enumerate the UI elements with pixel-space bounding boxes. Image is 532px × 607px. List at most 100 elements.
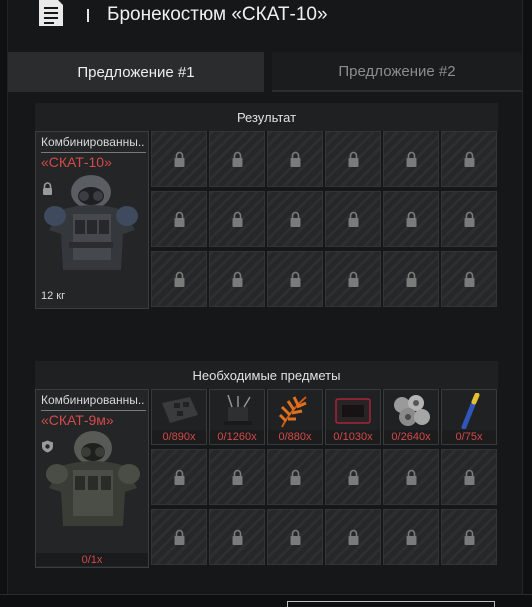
- component-count: 0/2640x: [384, 430, 438, 444]
- locked-slot: [441, 191, 497, 247]
- lock-icon: [174, 211, 185, 227]
- locked-slot: [267, 449, 323, 505]
- component-count: 0/1260x: [210, 430, 264, 444]
- armor-suit-image: [44, 175, 138, 270]
- document-icon: [39, 0, 63, 26]
- locked-slot: [151, 251, 207, 307]
- locked-slot: [267, 191, 323, 247]
- locked-slot: [325, 449, 381, 505]
- locked-slot: [441, 449, 497, 505]
- lock-icon: [464, 151, 475, 167]
- locked-slot: [383, 509, 439, 565]
- lock-icon: [406, 469, 417, 485]
- component-slot[interactable]: 0/880x: [267, 389, 323, 445]
- locked-slot: [209, 509, 265, 565]
- component-slot[interactable]: 0/890x: [151, 389, 207, 445]
- locked-slot: [209, 251, 265, 307]
- component-count: 0/880x: [268, 430, 322, 444]
- lock-icon: [348, 271, 359, 287]
- armor-suit-image: [46, 431, 140, 526]
- lock-icon: [290, 271, 301, 287]
- lock-icon: [348, 469, 359, 485]
- required-items-header: Необходимые предметы: [35, 361, 498, 389]
- lock-icon: [232, 271, 243, 287]
- component-slot[interactable]: 0/1260x: [209, 389, 265, 445]
- craft-button-frame[interactable]: [287, 601, 495, 607]
- result-item-weight: 12 кг: [41, 290, 66, 302]
- locked-slot: [383, 191, 439, 247]
- blue-vial-icon: [461, 393, 480, 429]
- required-item-subtitle: «СКАТ-9м»: [41, 412, 114, 428]
- component-slot[interactable]: 0/2640x: [383, 389, 439, 445]
- lock-icon: [290, 469, 301, 485]
- locked-slot: [151, 449, 207, 505]
- metal-scrap-icon: [394, 395, 430, 426]
- result-item-slot[interactable]: Комбинированны.. «СКАТ-10» 12 кг: [35, 131, 149, 309]
- locked-slot: [267, 509, 323, 565]
- tab-offer-2[interactable]: Предложение #2: [272, 52, 522, 92]
- locked-slot: [325, 251, 381, 307]
- locked-slot: [209, 191, 265, 247]
- title-separator: [87, 9, 89, 22]
- lock-icon: [464, 211, 475, 227]
- left-edge: [0, 0, 8, 607]
- lock-icon: [232, 529, 243, 545]
- lock-icon: [464, 529, 475, 545]
- item-name-divider: [41, 410, 146, 411]
- lock-icon: [406, 151, 417, 167]
- component-count: 0/890x: [152, 430, 206, 444]
- component-count: 0/75x: [442, 430, 496, 444]
- lock-icon: [174, 271, 185, 287]
- locked-slot: [325, 191, 381, 247]
- lock-icon: [406, 529, 417, 545]
- lock-icon: [348, 529, 359, 545]
- locked-slot: [383, 251, 439, 307]
- locked-slot: [151, 191, 207, 247]
- locked-slot: [151, 509, 207, 565]
- offer-tabs: Предложение #1 Предложение #2: [8, 52, 522, 92]
- locked-slot: [325, 509, 381, 565]
- electronic-block-icon: [162, 397, 198, 427]
- locked-slot: [441, 251, 497, 307]
- window-header: Бронекостюм «СКАТ-10»: [8, 0, 522, 50]
- window-title: Бронекостюм «СКАТ-10»: [107, 4, 328, 25]
- locked-slot: [383, 131, 439, 187]
- locked-slot: [383, 449, 439, 505]
- locked-slot: [441, 131, 497, 187]
- locked-slot: [325, 131, 381, 187]
- component-count: 0/1030x: [326, 430, 380, 444]
- locked-slot: [209, 449, 265, 505]
- locked-slot: [209, 131, 265, 187]
- lock-icon: [232, 469, 243, 485]
- result-item-name: Комбинированны..: [41, 135, 145, 149]
- lock-icon: [232, 211, 243, 227]
- lock-icon: [232, 151, 243, 167]
- lock-icon: [464, 469, 475, 485]
- item-name-divider: [41, 152, 146, 153]
- component-slot[interactable]: 0/1030x: [325, 389, 381, 445]
- orange-fern-icon: [278, 396, 307, 428]
- lock-icon: [174, 469, 185, 485]
- lock-icon: [406, 211, 417, 227]
- lock-icon: [464, 271, 475, 287]
- required-item-count: 0/1x: [81, 554, 103, 566]
- required-item-slot[interactable]: Комбинированны.. «СКАТ-9м» 0/1x: [35, 389, 149, 568]
- lock-icon: [348, 211, 359, 227]
- lock-icon: [348, 151, 359, 167]
- red-case-icon: [335, 398, 371, 424]
- lock-icon: [406, 271, 417, 287]
- lock-icon: [290, 151, 301, 167]
- lock-icon: [174, 529, 185, 545]
- right-scrollbar[interactable]: [522, 0, 532, 607]
- required-item-name: Комбинированны..: [41, 393, 145, 407]
- component-slot[interactable]: 0/75x: [441, 389, 497, 445]
- result-header: Результат: [35, 103, 498, 131]
- crafting-window: Бронекостюм «СКАТ-10» Предложение #1 Пре…: [8, 0, 522, 594]
- locked-slot: [441, 509, 497, 565]
- wires-component-icon: [224, 394, 252, 425]
- tab-offer-1[interactable]: Предложение #1: [8, 52, 264, 92]
- locked-slot: [151, 131, 207, 187]
- locked-slot: [267, 131, 323, 187]
- lock-icon: [290, 529, 301, 545]
- locked-slot: [267, 251, 323, 307]
